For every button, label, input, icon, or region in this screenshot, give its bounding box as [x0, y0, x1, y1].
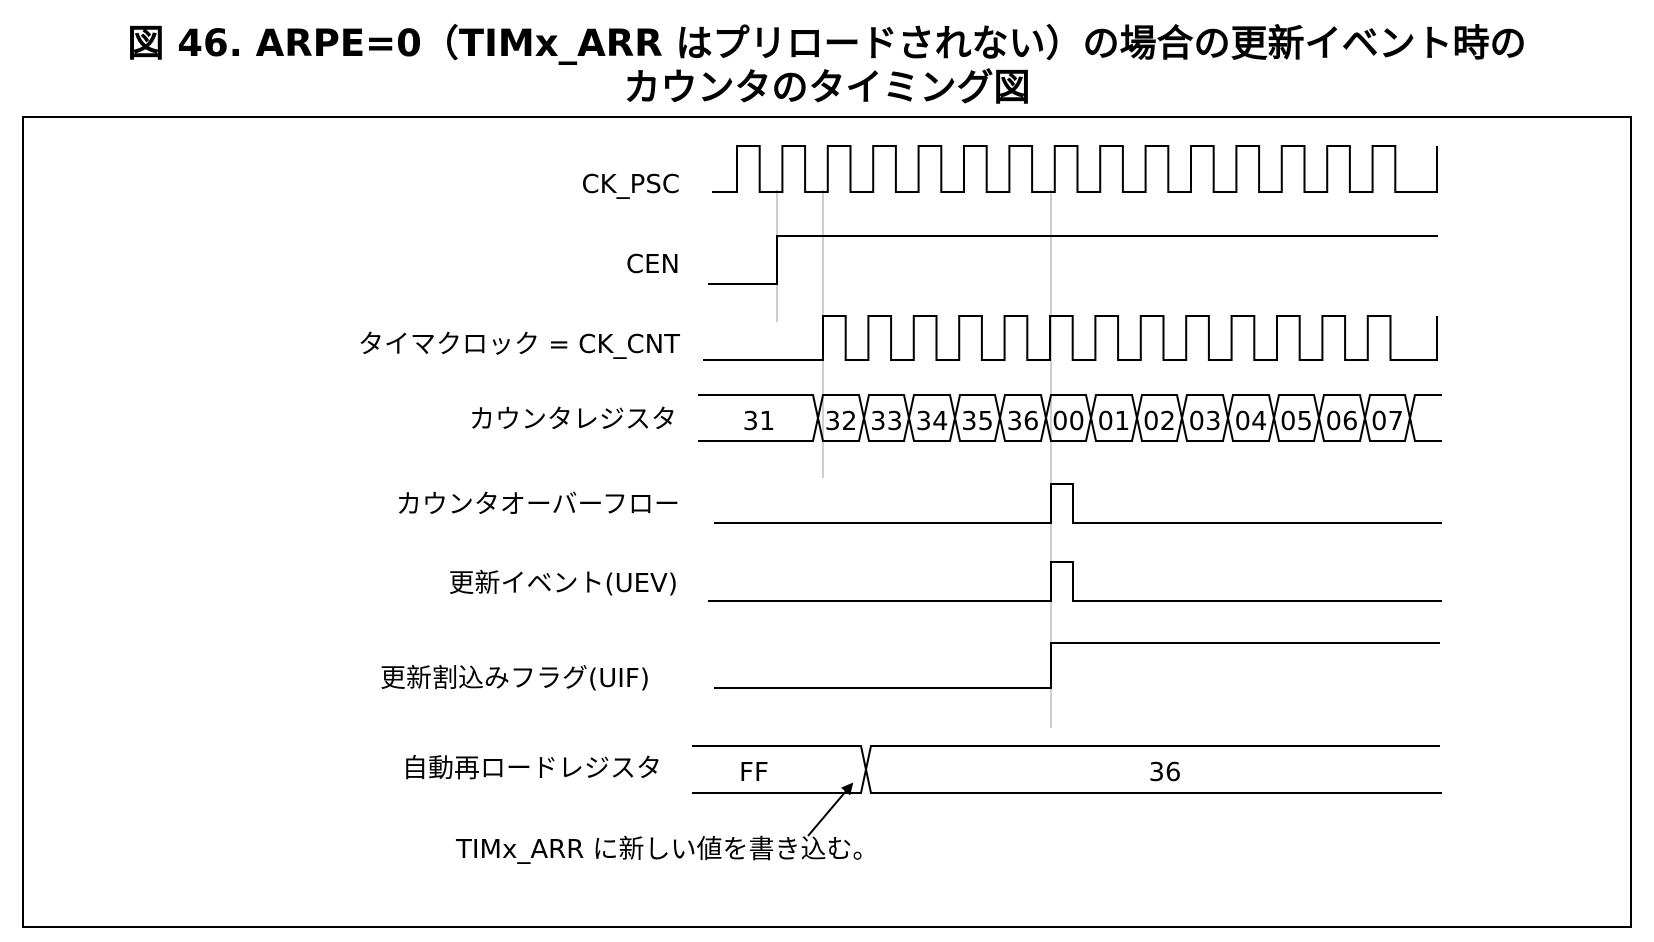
waveform-counter-register: 31 32 33 34 35 36 00 01 02 03 04 05 06 07	[698, 394, 1442, 442]
ck-cnt-trace	[703, 315, 1438, 361]
counter-value-07: 07	[1371, 407, 1404, 437]
waveform-ck-psc	[712, 145, 1438, 193]
counter-value-31: 31	[742, 407, 775, 437]
counter-value-04: 04	[1234, 407, 1267, 437]
waveform-ck-cnt	[703, 315, 1438, 361]
label-cen: CEN	[626, 250, 680, 280]
counter-value-36: 36	[1006, 407, 1039, 437]
waveform-update-interrupt-flag	[714, 642, 1440, 689]
annotation-write-arr: TIMx_ARR に新しい値を書き込む。	[455, 835, 879, 865]
annotation-arrow	[807, 782, 854, 837]
counter-value-34: 34	[915, 407, 948, 437]
counter-value-33: 33	[870, 407, 903, 437]
waveform-update-event	[708, 561, 1442, 602]
counter-value-01: 01	[1097, 407, 1130, 437]
waveform-cen	[708, 235, 1438, 285]
uev-trace	[708, 561, 1442, 602]
counter-value-06: 06	[1325, 407, 1358, 437]
counter-value-03: 03	[1188, 407, 1221, 437]
label-counter-register: カウンタレジスタ	[469, 405, 677, 435]
label-counter-overflow: カウンタオーバーフロー	[396, 490, 680, 520]
label-update-event: 更新イベント(UEV)	[448, 569, 678, 599]
waveform-counter-overflow	[714, 483, 1442, 524]
label-update-interrupt-flag: 更新割込みフラグ(UIF)	[380, 664, 650, 694]
counter-value-35: 35	[961, 407, 994, 437]
counter-seg-tail	[1409, 394, 1442, 442]
timing-diagram: CK_PSC CEN タイマクロック = CK_CNT カウンタレジスタ カウン…	[358, 145, 1442, 865]
waveform-auto-reload-register: FF 36	[692, 745, 1442, 794]
uif-trace	[714, 642, 1440, 689]
label-ck-cnt: タイマクロック = CK_CNT	[358, 330, 680, 360]
arr-value-FF: FF	[739, 758, 769, 788]
counter-value-05: 05	[1280, 407, 1313, 437]
counter-value-32: 32	[824, 407, 857, 437]
overflow-trace	[714, 483, 1442, 524]
ck-psc-trace	[712, 145, 1438, 193]
arr-value-36: 36	[1148, 758, 1181, 788]
label-ck-psc: CK_PSC	[581, 170, 680, 200]
cen-trace	[708, 235, 1438, 285]
counter-value-00: 00	[1052, 407, 1085, 437]
label-auto-reload-register: 自動再ロードレジスタ	[402, 754, 662, 784]
arr-seg-ff	[692, 745, 868, 794]
counter-value-02: 02	[1143, 407, 1176, 437]
